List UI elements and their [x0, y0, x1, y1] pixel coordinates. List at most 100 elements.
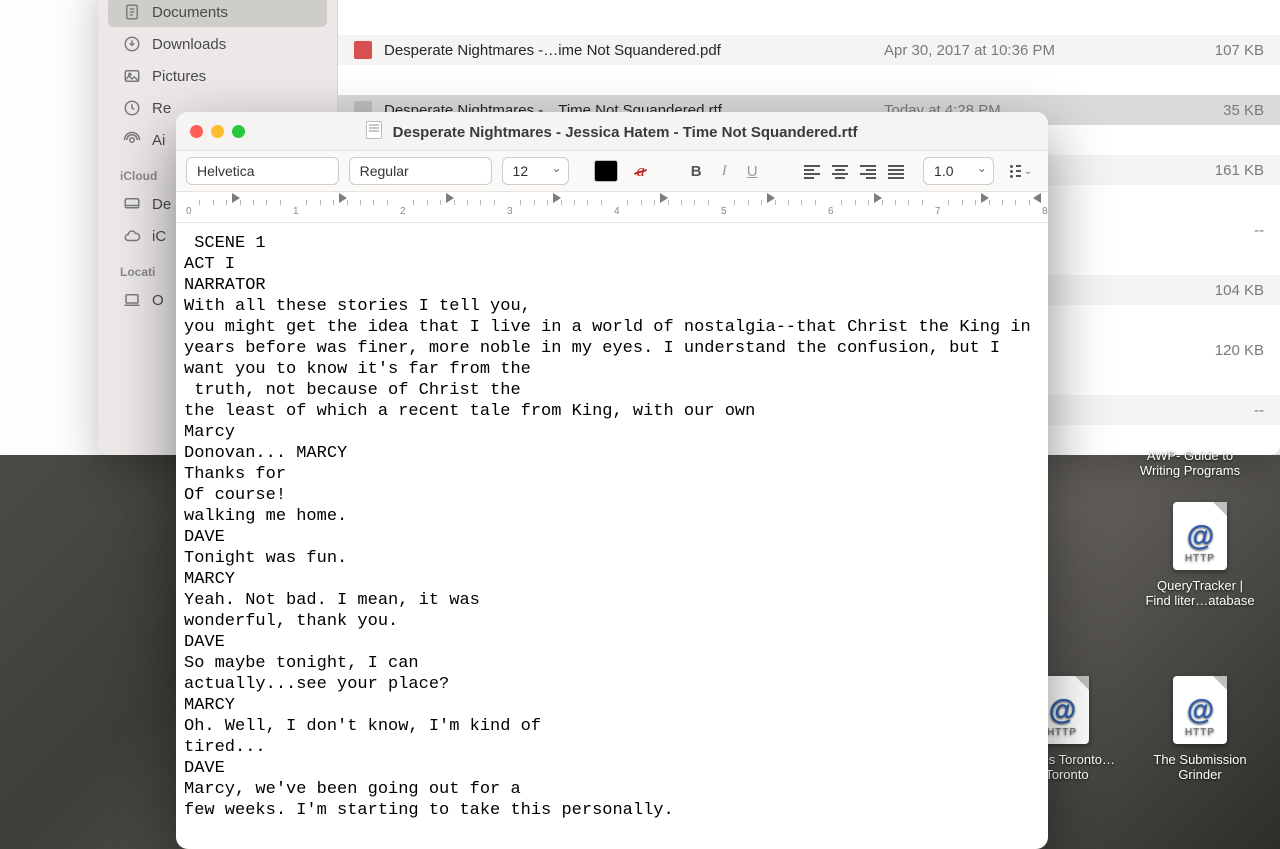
highlight-icon: a [636, 161, 645, 181]
image-icon [122, 66, 142, 86]
sidebar-item-downloads[interactable]: Downloads [108, 29, 327, 59]
ruler-tick [681, 200, 682, 205]
desktop-shortcut-label: The Submission Grinder [1140, 750, 1260, 784]
file-size: 161 KB [1174, 162, 1264, 179]
file-size: 104 KB [1174, 282, 1264, 299]
minimize-icon[interactable] [211, 125, 224, 138]
ruler-tick [1029, 200, 1030, 205]
font-style-select[interactable]: Regular [349, 157, 492, 185]
ruler-tick [534, 200, 535, 205]
ruler-tick [494, 200, 495, 205]
close-icon[interactable] [190, 125, 203, 138]
ruler-tick [1015, 200, 1016, 205]
align-justify-icon [888, 165, 904, 177]
italic-button[interactable]: I [711, 158, 737, 184]
ruler-tick [467, 200, 468, 205]
ruler-number: 7 [935, 206, 941, 217]
list-icon [1010, 164, 1021, 178]
desktop-shortcut[interactable]: AWP- Guide to Writing Programs [1130, 446, 1250, 480]
ruler-tick [708, 200, 709, 205]
ruler[interactable]: 012345678 [176, 192, 1048, 223]
titlebar[interactable]: Desperate Nightmares - Jessica Hatem - T… [176, 112, 1048, 151]
sidebar-item-pictures[interactable]: Pictures [108, 61, 327, 91]
sidebar-item-label: iC [152, 228, 166, 245]
ruler-tick [627, 200, 628, 205]
ruler-tick [440, 200, 441, 205]
tab-stop-icon[interactable] [553, 193, 561, 203]
textedit-window: Desperate Nightmares - Jessica Hatem - T… [176, 112, 1048, 849]
font-family-select[interactable]: Helvetica [186, 157, 339, 185]
ruler-tick [788, 200, 789, 205]
file-size: -- [1174, 402, 1264, 419]
document-body[interactable]: SCENE 1 ACT I NARRATOR With all these st… [176, 223, 1048, 849]
tab-stop-icon[interactable] [981, 193, 989, 203]
align-justify-button[interactable] [883, 158, 909, 184]
line-spacing-stepper[interactable]: 1.0 [923, 157, 994, 185]
file-size: 107 KB [1174, 42, 1264, 59]
ruler-tick [654, 200, 655, 205]
tab-stop-icon[interactable] [660, 193, 668, 203]
file-size: 35 KB [1174, 102, 1264, 119]
ruler-tick [213, 200, 214, 205]
align-left-button[interactable] [799, 158, 825, 184]
font-style-value: Regular [360, 163, 409, 179]
ruler-number: 3 [507, 206, 513, 217]
text-color-swatch[interactable] [594, 160, 617, 182]
ruler-tick [734, 200, 735, 205]
ruler-tick [266, 200, 267, 205]
underline-button[interactable]: U [739, 158, 765, 184]
desktop-shortcut[interactable]: @HTTP The Submission Grinder [1140, 676, 1260, 784]
align-center-button[interactable] [827, 158, 853, 184]
ruler-tick [748, 200, 749, 205]
font-size-stepper[interactable]: 12 [502, 157, 569, 185]
ruler-tick [574, 200, 575, 205]
align-right-icon [860, 165, 876, 177]
align-right-button[interactable] [855, 158, 881, 184]
ruler-tick [841, 200, 842, 205]
highlight-color-button[interactable]: a [628, 158, 654, 184]
list-style-button[interactable]: ⌄ [1004, 158, 1038, 184]
ruler-tick [694, 200, 695, 205]
window-title-text: Desperate Nightmares - Jessica Hatem - T… [393, 124, 858, 141]
align-center-icon [832, 165, 848, 177]
ruler-tick [373, 200, 374, 205]
ruler-tick [641, 200, 642, 205]
sidebar-item-label: Downloads [152, 36, 226, 53]
airdrop-icon [122, 130, 142, 150]
zoom-icon[interactable] [232, 125, 245, 138]
ruler-tick [333, 200, 334, 205]
sidebar-item-documents[interactable]: Documents [108, 0, 327, 27]
tab-stop-icon[interactable] [339, 193, 347, 203]
desktop-shortcut[interactable]: @HTTPQueryTracker | Find liter…atabase [1140, 502, 1260, 610]
ruler-tick [908, 200, 909, 205]
line-spacing-value: 1.0 [934, 163, 953, 179]
tab-stop-icon[interactable] [767, 193, 775, 203]
ruler-tick [855, 200, 856, 205]
tab-stop-icon[interactable] [874, 193, 882, 203]
desktop-shortcut-label: QueryTracker | Find liter…atabase [1140, 576, 1260, 610]
file-size: 120 KB [1174, 342, 1264, 359]
ruler-tick [360, 200, 361, 205]
ruler-tick [413, 200, 414, 205]
ruler-tick [975, 200, 976, 205]
file-row[interactable]: Desperate Nightmares -…ime Not Squandere… [338, 35, 1280, 65]
ruler-tick [226, 200, 227, 205]
ruler-tick [520, 200, 521, 205]
chevron-down-icon: ⌄ [1024, 166, 1032, 177]
sidebar-item-label: O [152, 292, 164, 309]
ruler-tick [801, 200, 802, 205]
webloc-icon: @HTTP [1173, 676, 1227, 744]
ruler-number: 6 [828, 206, 834, 217]
right-margin-icon[interactable] [1033, 193, 1041, 203]
tab-stop-icon[interactable] [446, 193, 454, 203]
file-date: Apr 30, 2017 at 10:36 PM [884, 42, 1174, 59]
ruler-tick [761, 200, 762, 205]
download-icon [122, 34, 142, 54]
file-row[interactable]: Desperate Nightmares -…ime Not Squandere… [338, 0, 1280, 5]
bold-button[interactable]: B [683, 158, 709, 184]
tab-stop-icon[interactable] [232, 193, 240, 203]
ruler-number: 8 [1042, 206, 1048, 217]
ruler-tick [306, 200, 307, 205]
sidebar-item-label: Pictures [152, 68, 206, 85]
laptop-icon [122, 290, 142, 310]
